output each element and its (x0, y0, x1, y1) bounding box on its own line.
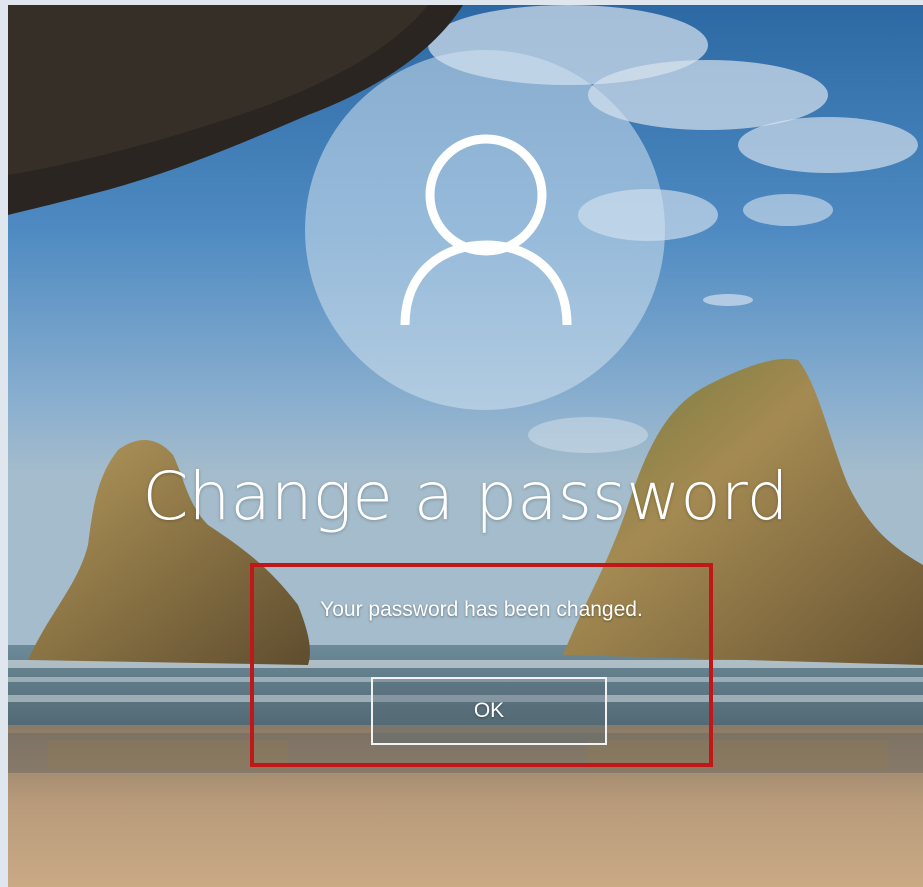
ok-button[interactable]: OK (371, 677, 607, 745)
lock-screen: Change a password Your password has been… (8, 5, 923, 887)
status-message: Your password has been changed. (320, 598, 643, 621)
page-title: Change a password (142, 458, 789, 535)
user-icon (400, 134, 572, 326)
user-avatar (305, 50, 665, 410)
